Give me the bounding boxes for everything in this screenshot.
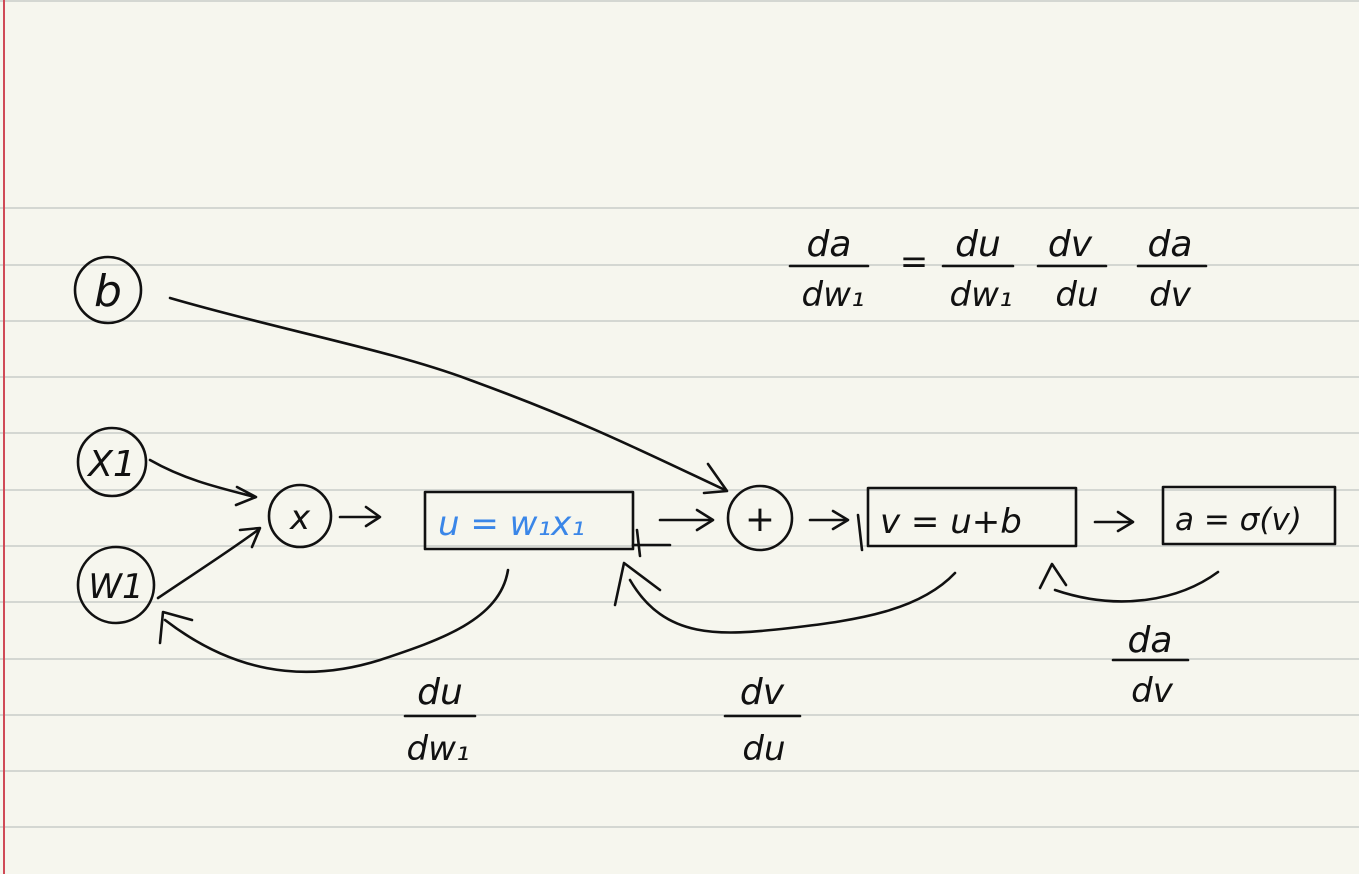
- node-x1-label: X1: [86, 444, 136, 485]
- chain-t1-numerator: du: [955, 224, 1001, 265]
- chain-t1-denominator: dw₁: [949, 275, 1012, 315]
- chain-t3-denominator: dv: [1149, 275, 1192, 315]
- chain-lhs-numerator: da: [807, 224, 852, 265]
- node-w1-label: W1: [88, 567, 143, 607]
- chain-lhs-denominator: dw₁: [801, 275, 864, 315]
- add-operator-label: +: [745, 499, 775, 540]
- node-b-label: b: [94, 266, 122, 317]
- box-u-formula: u = w₁x₁: [438, 504, 585, 544]
- du-dw1-denominator: dw₁: [406, 729, 469, 769]
- paper-background: [0, 0, 1359, 874]
- chain-t2-numerator: dv: [1048, 224, 1093, 265]
- dv-du-denominator: du: [742, 729, 785, 769]
- dv-du-numerator: dv: [740, 672, 785, 713]
- chain-t3-numerator: da: [1148, 224, 1193, 265]
- notebook-page: b X1 W1 x + u = w₁x₁ v = u+b a = σ(v) da…: [0, 0, 1359, 874]
- chain-equals-sign: =: [900, 242, 929, 282]
- da-dv-denominator: dv: [1131, 671, 1174, 711]
- da-dv-numerator: da: [1128, 620, 1173, 661]
- chain-t2-denominator: du: [1055, 275, 1098, 315]
- multiply-operator-label: x: [289, 498, 311, 538]
- du-dw1-numerator: du: [417, 672, 463, 713]
- box-a-formula: a = σ(v): [1175, 502, 1302, 538]
- box-v-formula: v = u+b: [880, 502, 1022, 542]
